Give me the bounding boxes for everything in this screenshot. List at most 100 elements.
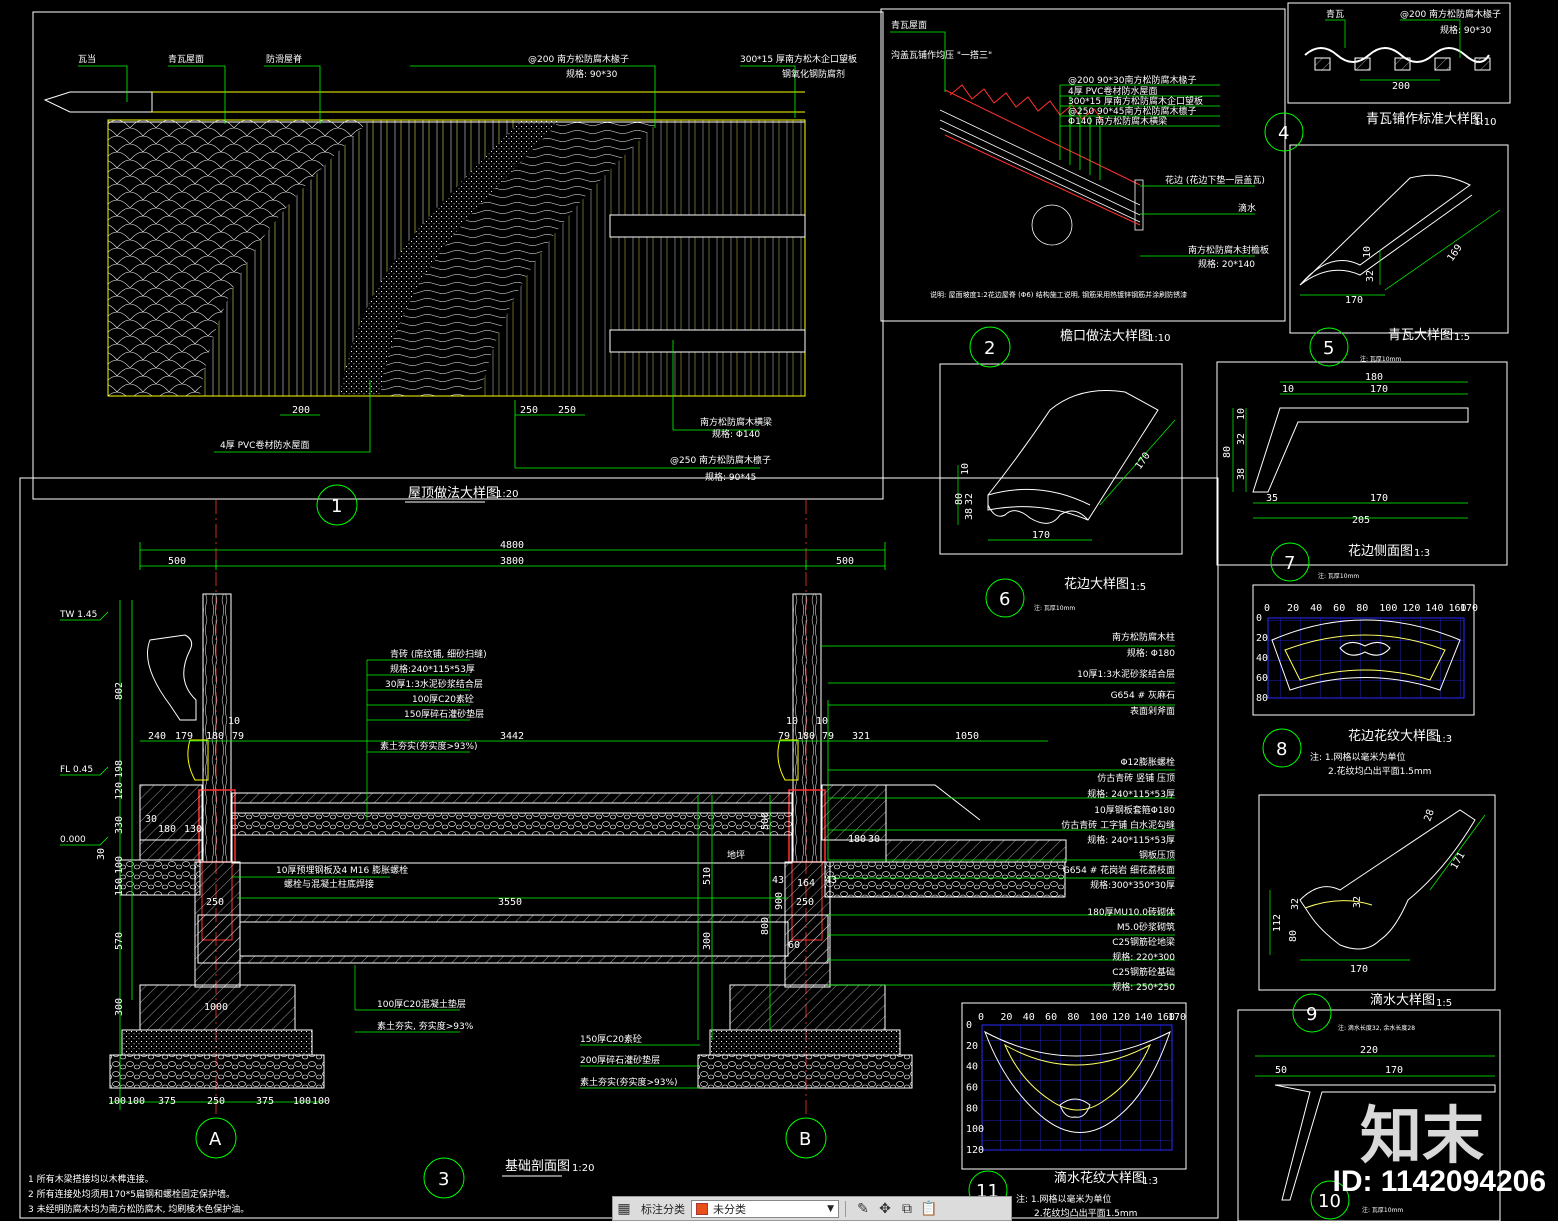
d2-label-c1: @200 90*30南方松防腐木椽子 [1068,74,1196,86]
d3-dim-240: 240 [148,731,166,742]
d9-dim-a: 28 [1422,808,1436,823]
d3-vdim-330: 330 [114,816,125,834]
paste-icon[interactable]: 📋 [918,1199,940,1219]
d5-number: 5 [1323,338,1334,359]
d1-label-ridge: 防滑屋脊 [266,53,302,65]
d8-yticks: 0 20 40 60 80 [1256,613,1268,704]
d3-ll1: 青砖 (席纹铺, 细砂扫缝) [390,648,487,660]
d11-ytick: 100 [966,1124,984,1135]
d5-note: 注: 瓦厚10mm [1360,355,1401,363]
d5-scale: 1:5 [1454,332,1470,343]
d9-title: 滴水大样图 [1370,992,1435,1008]
d3-right-label: M5.0砂浆砌筑 [1117,921,1175,933]
d3-dim-79r2: 79 [822,731,834,742]
d8-ytick: 0 [1256,613,1262,624]
d11-note-2: 2.花纹均凸出平面1.5mm [1034,1207,1137,1219]
d2-label-c5: Φ140 南方松防腐木横梁 [1068,115,1167,127]
d3-vdim-802: 802 [114,682,125,700]
d3-dim-180b: 180 [158,824,176,835]
d8-xtick: 40 [1310,603,1322,614]
d3-scale: 1:20 [572,1163,594,1174]
move-icon[interactable]: ✥ [874,1199,896,1219]
cad-drawing-canvas[interactable]: 瓦当 青瓦屋面 防滑屋脊 @200 南方松防腐木椽子 规格: 90*30 300… [0,0,1558,1221]
d3-vdim-100: 100 [114,856,125,874]
d3-right-label: 规格: 250*250 [1112,981,1175,993]
d11-xtick: 0 [978,1012,984,1023]
d2-label-f: 南方松防腐木封檐板 [1188,244,1269,256]
d8-xtick: 0 [1264,603,1270,614]
d1-label-wadang: 瓦当 [78,53,96,65]
d1-number: 1 [331,496,342,517]
d3-dim-60: 60 [788,940,800,951]
d3-right-label: C25钢筋砼地梁 [1112,936,1175,948]
d2-scale: 1:10 [1148,333,1170,344]
toolbar-label: 标注分类 [641,1202,685,1216]
d10-dim-c: 170 [1385,1065,1403,1076]
d3-dim-3550: 3550 [498,897,522,908]
d7-note: 注: 瓦厚10mm [1318,572,1359,580]
d1-label-board2: 钢氧化钢防腐剂 [782,68,845,80]
d5-dim-b: 32 [1365,270,1376,282]
grid-icon[interactable]: ▦ [613,1199,635,1219]
d3-bdim-375a: 375 [158,1096,176,1107]
d3-bdim-100b: 100 [127,1096,145,1107]
d9-dim-f: 80 [1288,930,1299,942]
d6-dim-f: 170 [1133,451,1152,472]
d7-dim-c: 170 [1370,384,1388,395]
d3-ll4: 100厚C20素砼 [412,693,474,705]
d3-vdim-570: 570 [114,932,125,950]
d3-right-label: C25钢筋砼基础 [1112,966,1175,978]
d1-label-rafter: @200 南方松防腐木椽子 [528,53,629,65]
d3-dim-250r: 250 [796,897,814,908]
d6-title: 花边大样图 [1064,576,1129,592]
d3-dim-10c: 10 [816,716,828,727]
d8-number: 8 [1276,739,1287,760]
d3-ll13: 素土夯实(夯实度>93%) [580,1076,678,1088]
d7-dim-g: 80 [1222,446,1233,458]
d7-dim-h: 35 [1266,493,1278,504]
d5-dim-c: 10 [1362,246,1373,258]
d3-right-label: 规格: Φ180 [1127,647,1175,659]
d8-xtick: 120 [1402,603,1420,614]
d3-bdim-100a: 100 [108,1096,126,1107]
d3-dim-10a: 10 [228,716,240,727]
d3-vdim-30: 30 [96,848,107,860]
d1-scale: 1:20 [496,489,518,500]
d3-dim-43l: 43 [772,875,784,886]
d3-dim-3442: 3442 [500,731,524,742]
d3-vdim-500: 500 [760,812,771,830]
d1-label-beam: 南方松防腐木横梁 [700,416,772,428]
d8-title: 花边花纹大样图 [1348,728,1439,744]
d3-ll10: 素土夯实, 夯实度>93% [377,1020,474,1032]
d11-xtick: 140 [1134,1012,1152,1023]
annotation-toolbar: ▦ 标注分类 未分类 ▼ ✎ ✥ ⧉ 📋 [612,1196,1012,1221]
d3-right-label: 10厚钢板套箍Φ180 [1094,804,1175,816]
d3-ll14: 地坪 [727,849,745,861]
d3-right-label: Φ12膨胀螺栓 [1120,756,1175,768]
d3-dim-30b: 30 [145,814,157,825]
chevron-down-icon: ▼ [827,1203,834,1214]
d1-label-beam-spec: 规格: Φ140 [712,428,760,440]
d1-title: 屋顶做法大样图 [408,486,499,501]
category-select[interactable]: 未分类 ▼ [691,1199,839,1218]
d3-right-label: 规格: 240*115*53厚 [1087,834,1175,846]
d3-bdim-100d: 100 [312,1096,330,1107]
d3-right-label: 表面剁斧面 [1130,705,1175,717]
d11-yticks: 0 20 40 60 80 100 120 [966,1020,984,1156]
d11-ytick: 40 [966,1062,978,1073]
d4-number: 4 [1278,123,1289,144]
detail-6-edge-tile: 170 38 32 80 10 170 6 花边大样图 1:5 注: 瓦厚10m… [954,389,1176,618]
d4-label-a: 青瓦 [1326,8,1344,20]
d3-ll6: 素土夯实(夯实度>93%) [380,740,478,752]
d3-dim-left: 500 [168,556,186,567]
detail-8-edge-pattern: 0 20 40 60 80 100 120 140 160170 020406080 8 花边花… [1256,603,1478,777]
d3-dim-130: 130 [184,824,202,835]
d3-right-label: 规格: 220*300 [1112,951,1175,963]
d11-xtick: 170 [1168,1012,1186,1023]
d9-dim-e: 112 [1272,914,1283,932]
d6-dim-a: 170 [1032,530,1050,541]
pencil-icon[interactable]: ✎ [852,1199,874,1219]
d1-dim-250a: 250 [520,405,538,416]
d2-label-a: 青瓦屋面 [891,19,927,31]
copy-icon[interactable]: ⧉ [896,1199,918,1219]
